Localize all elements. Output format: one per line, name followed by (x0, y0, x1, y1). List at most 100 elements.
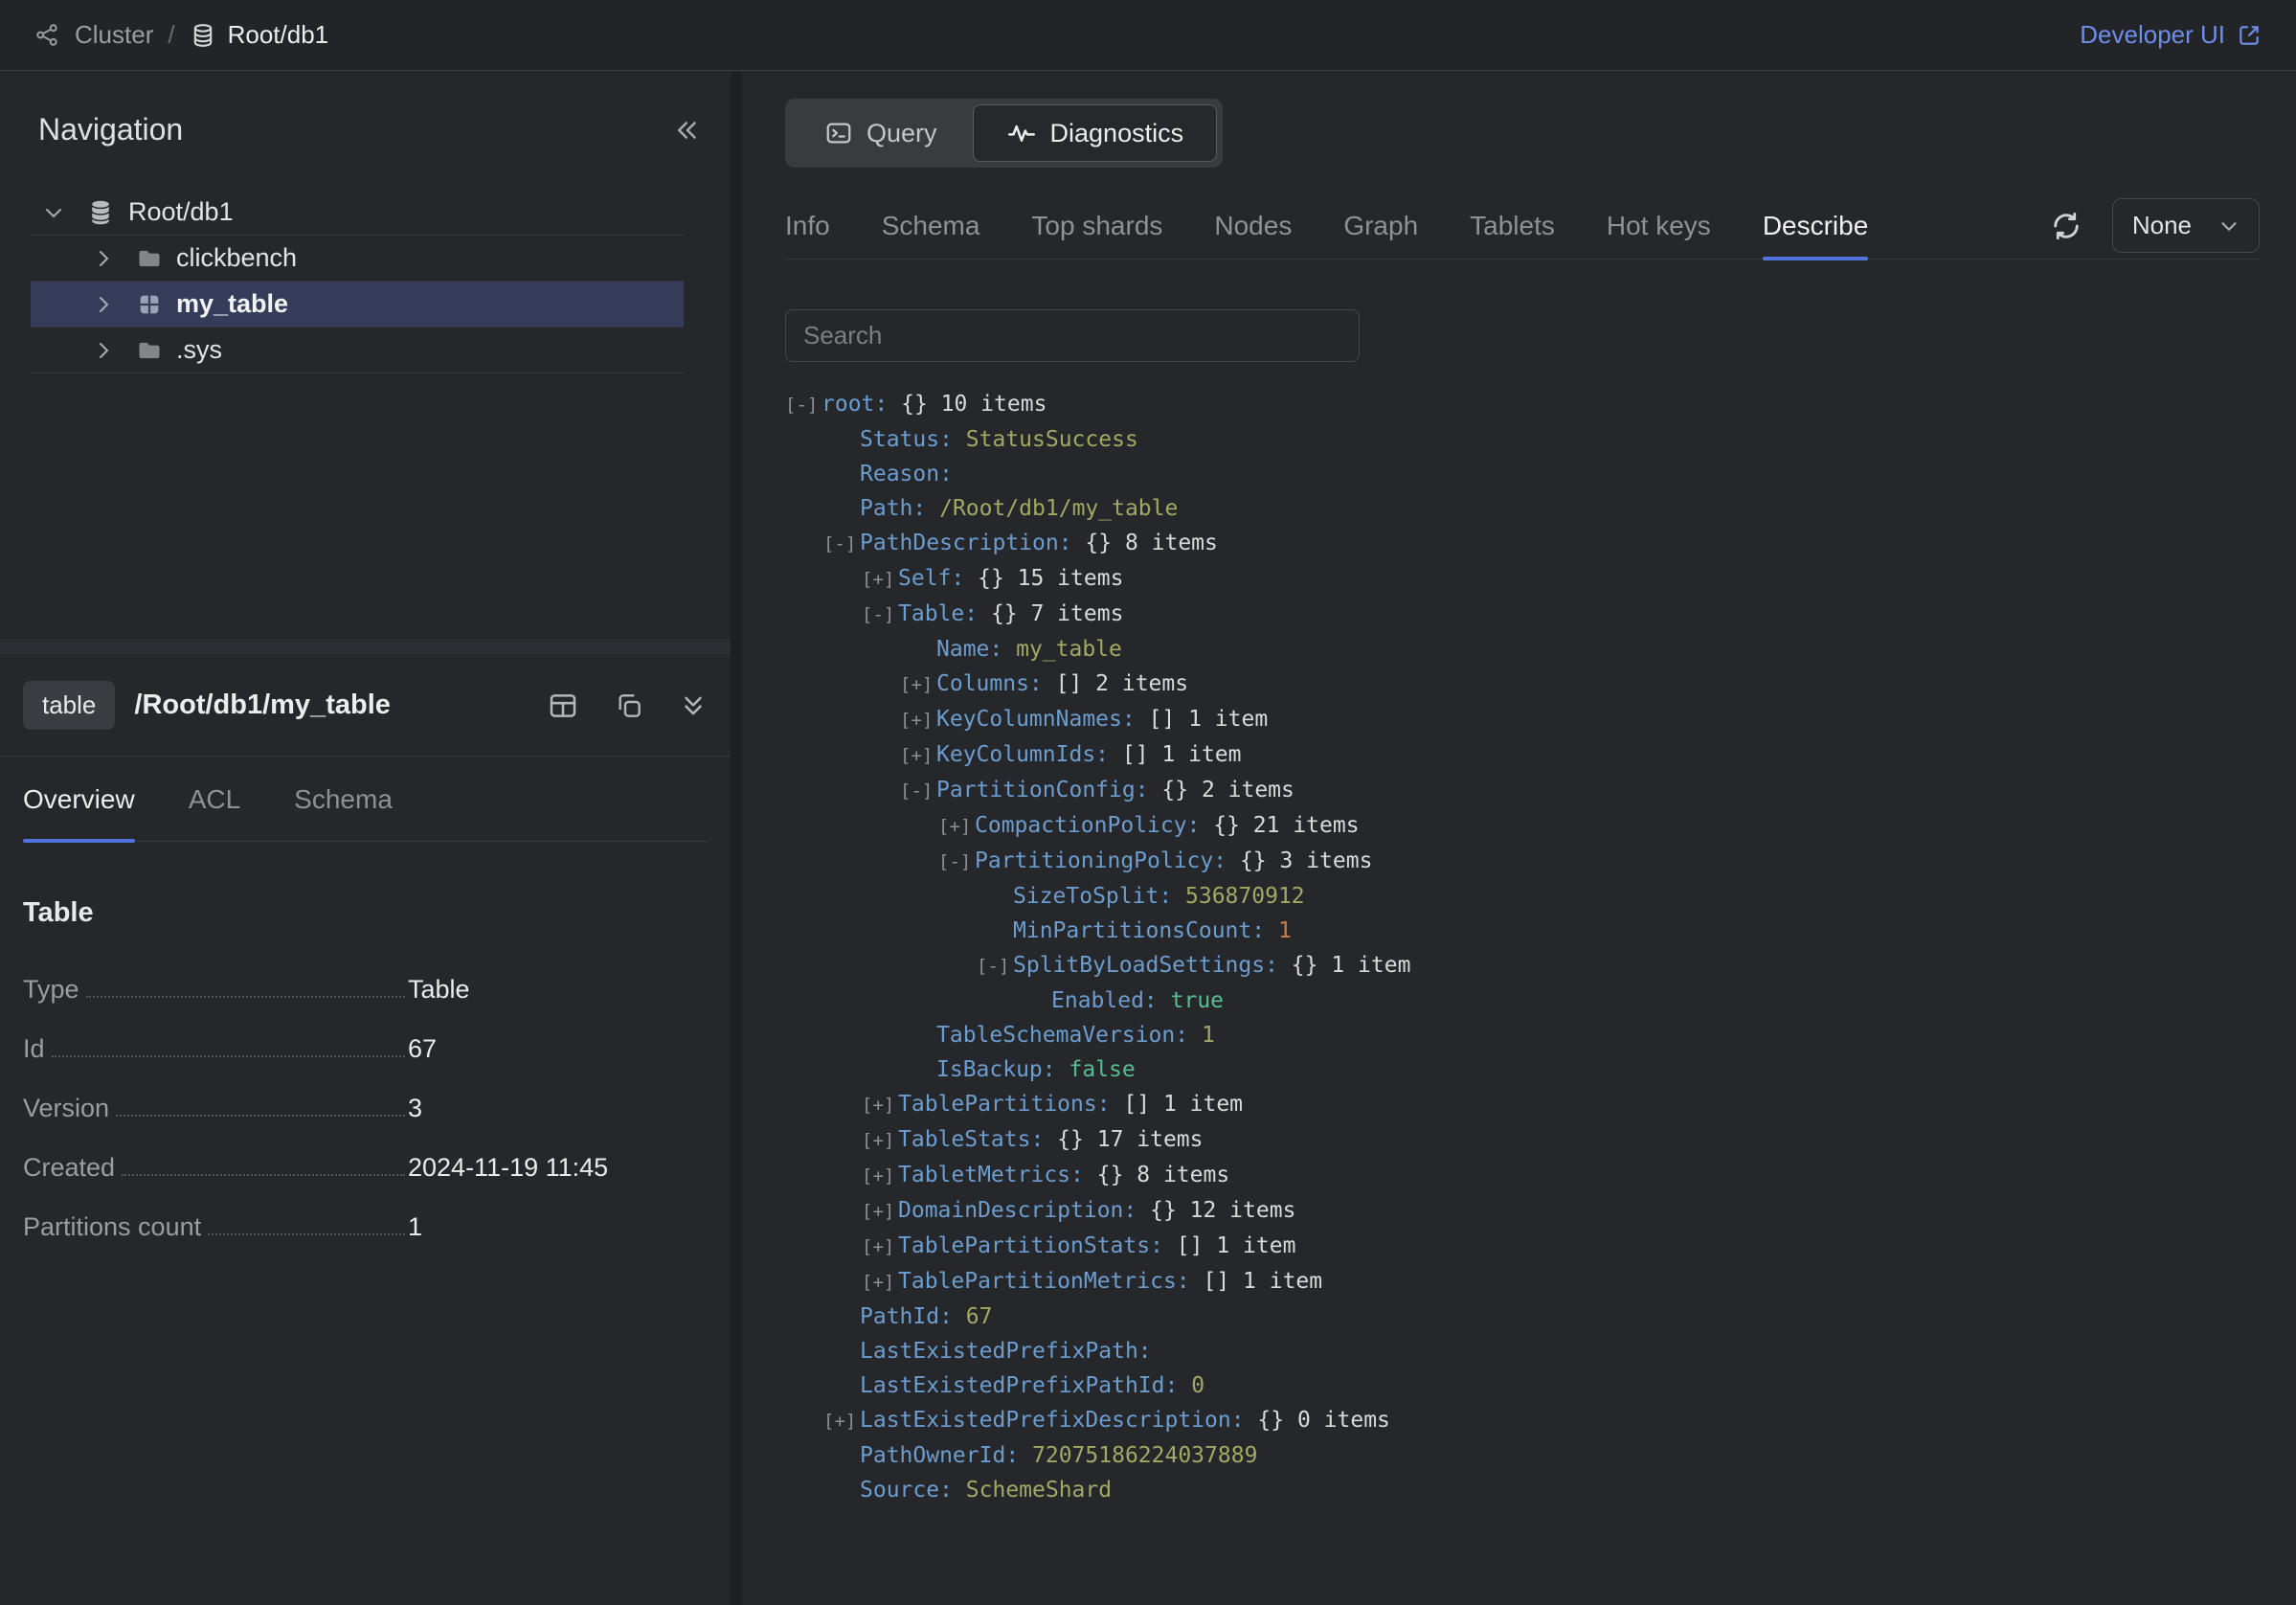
json-tree-line: Source: SchemeShard (785, 1473, 2260, 1507)
breadcrumb: Cluster / Root/db1 (34, 20, 328, 50)
chevron-right-icon[interactable] (92, 247, 115, 270)
tree-item-sys[interactable]: .sys (31, 328, 684, 373)
json-meta: {} 1 item (1278, 953, 1410, 978)
info-row-id: Id 67 (23, 1019, 708, 1078)
json-tree-line: Status: StatusSuccess (785, 422, 2260, 457)
info-value: 67 (408, 1034, 708, 1064)
tab-tablets[interactable]: Tablets (1470, 192, 1555, 259)
search-input[interactable] (785, 309, 1360, 362)
json-key: PathId: (860, 1304, 953, 1329)
json-key: Status: (860, 427, 953, 452)
expand-node-icon[interactable]: [+] (862, 1194, 898, 1229)
tab-nodes[interactable]: Nodes (1214, 192, 1292, 259)
json-tree-line: [+]TablePartitionMetrics: [] 1 item (785, 1264, 2260, 1300)
expand-node-icon[interactable]: [+] (900, 667, 936, 702)
tab-overview[interactable]: Overview (23, 757, 135, 841)
developer-ui-link[interactable]: Developer UI (2080, 20, 2262, 50)
describe-tree: [-]root: {} 10 itemsStatus: StatusSucces… (785, 387, 2260, 1507)
json-meta: [] 1 item (1190, 1269, 1322, 1294)
switch-diagnostics[interactable]: Diagnostics (973, 104, 1218, 162)
collapse-node-icon[interactable]: [-] (823, 527, 860, 561)
json-tree-line: SizeToSplit: 536870912 (785, 879, 2260, 914)
external-link-icon (2237, 23, 2262, 48)
chevron-down-icon[interactable] (42, 201, 65, 224)
tab-info[interactable]: Info (785, 192, 830, 259)
collapse-node-icon[interactable]: [-] (938, 845, 975, 879)
expand-node-icon[interactable]: [+] (900, 738, 936, 773)
collapse-panel-button[interactable] (673, 116, 702, 145)
tab-hot-keys[interactable]: Hot keys (1607, 192, 1711, 259)
breadcrumb-cluster[interactable]: Cluster (75, 20, 153, 50)
tab-acl[interactable]: ACL (189, 757, 240, 841)
info-row-version: Version 3 (23, 1078, 708, 1138)
json-tree-line: Path: /Root/db1/my_table (785, 491, 2260, 526)
main-panel: Query Diagnostics Info Schema Top shards… (742, 72, 2296, 1605)
json-key: KeyColumnIds: (936, 742, 1109, 767)
expand-node-icon[interactable]: [+] (862, 1123, 898, 1158)
json-value: /Root/db1/my_table (926, 496, 1178, 521)
object-type-badge: table (23, 681, 115, 730)
expand-node-icon[interactable]: [+] (900, 703, 936, 737)
tree-item-clickbench[interactable]: clickbench (31, 236, 684, 282)
info-value: 1 (408, 1212, 708, 1242)
refresh-button[interactable] (2049, 209, 2083, 243)
collapse-node-icon[interactable]: [-] (785, 388, 822, 422)
info-label: Created (23, 1153, 408, 1183)
json-key: Name: (936, 637, 1002, 662)
panel-resize-handle[interactable] (731, 72, 742, 1605)
json-meta: [] 1 item (1109, 742, 1241, 767)
collapse-summary-button[interactable] (679, 691, 708, 720)
chevron-right-icon[interactable] (92, 293, 115, 316)
collapse-node-icon[interactable]: [-] (977, 949, 1013, 983)
json-key: Self: (898, 566, 964, 591)
tree-item-my-table[interactable]: my_table (31, 282, 684, 328)
chevron-right-icon[interactable] (92, 339, 115, 362)
info-value: 2024-11-19 11:45 (408, 1153, 708, 1183)
json-meta: {} 8 items (1084, 1163, 1229, 1187)
json-key: Path: (860, 496, 926, 521)
json-value: 536870912 (1172, 884, 1304, 909)
json-key: LastExistedPrefixDescription: (860, 1408, 1245, 1433)
autorefresh-select[interactable]: None (2112, 198, 2260, 253)
json-key: Source: (860, 1478, 953, 1503)
horizontal-resize-handle[interactable] (0, 639, 731, 654)
open-preview-button[interactable] (547, 689, 579, 722)
expand-node-icon[interactable]: [+] (862, 1088, 898, 1122)
tab-describe[interactable]: Describe (1763, 192, 1868, 259)
expand-node-icon[interactable]: [+] (938, 809, 975, 844)
json-meta: {} 0 items (1245, 1408, 1390, 1433)
json-tree-line: [+]TableStats: {} 17 items (785, 1122, 2260, 1158)
breadcrumb-separator: / (168, 20, 174, 50)
json-value: StatusSuccess (953, 427, 1138, 452)
breadcrumb-current-label: Root/db1 (228, 20, 329, 50)
json-tree-line: PathOwnerId: 72075186224037889 (785, 1438, 2260, 1473)
json-value: 72075186224037889 (1019, 1443, 1257, 1468)
switch-query[interactable]: Query (791, 104, 971, 162)
refresh-icon (2049, 209, 2083, 243)
expand-node-icon[interactable]: [+] (862, 1230, 898, 1264)
copy-path-button[interactable] (614, 690, 644, 721)
collapse-node-icon[interactable]: [-] (900, 774, 936, 808)
tree-item-root-db1[interactable]: Root/db1 (31, 190, 684, 236)
tab-schema[interactable]: Schema (294, 757, 393, 841)
expand-node-icon[interactable]: [+] (823, 1404, 860, 1438)
tab-schema[interactable]: Schema (882, 192, 980, 259)
json-key: Columns: (936, 671, 1043, 696)
json-tree-line: [+]TabletMetrics: {} 8 items (785, 1158, 2260, 1193)
info-row-type: Type Table (23, 960, 708, 1019)
tree-item-label: my_table (176, 289, 288, 319)
tab-graph[interactable]: Graph (1343, 192, 1418, 259)
info-grid: Type Table Id 67 Version 3 Created 2024-… (23, 960, 708, 1256)
expand-node-icon[interactable]: [+] (862, 1159, 898, 1193)
expand-node-icon[interactable]: [+] (862, 562, 898, 597)
json-tree-line: [-]PartitionConfig: {} 2 items (785, 773, 2260, 808)
json-key: SplitByLoadSettings: (1013, 953, 1278, 978)
json-tree-line: IsBackup: false (785, 1052, 2260, 1087)
copy-icon (614, 690, 644, 721)
collapse-node-icon[interactable]: [-] (862, 598, 898, 632)
object-tabs: Overview ACL Schema (23, 757, 708, 842)
json-tree-line: [+]DomainDescription: {} 12 items (785, 1193, 2260, 1229)
tab-top-shards[interactable]: Top shards (1031, 192, 1162, 259)
json-key: MinPartitionsCount: (1013, 918, 1265, 943)
expand-node-icon[interactable]: [+] (862, 1265, 898, 1300)
